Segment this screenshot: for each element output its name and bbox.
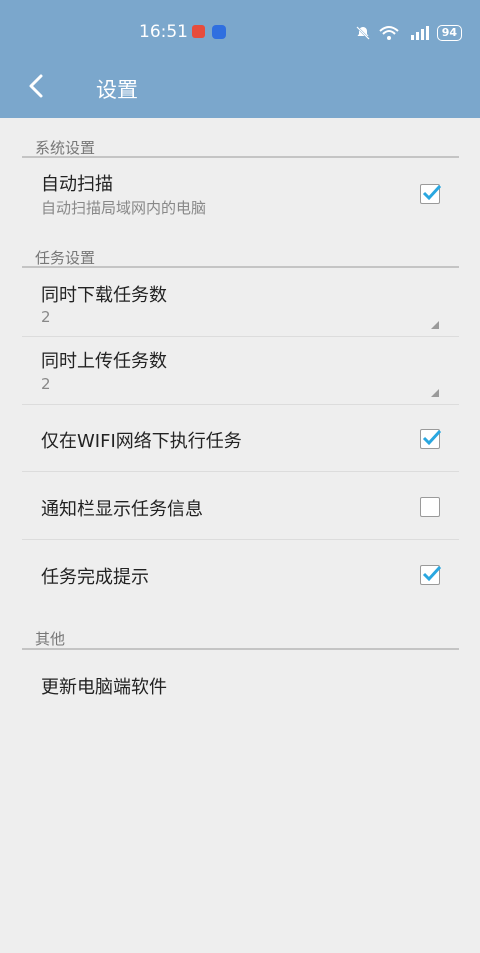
status-icons: 94: [355, 24, 462, 42]
row-divider: [22, 404, 459, 405]
signal-icon: [410, 26, 429, 40]
dropdown-indicator-icon: [431, 389, 439, 397]
dropdown-indicator-icon: [431, 321, 439, 329]
pref-title: 更新电脑端软件: [41, 677, 167, 698]
section-divider: [22, 648, 459, 650]
complete-tip-checkbox[interactable]: [420, 565, 442, 585]
pref-title: 通知栏显示任务信息: [41, 499, 203, 520]
app-bar: 16:51 94 设置: [0, 0, 480, 118]
wifi-only-checkbox[interactable]: [420, 429, 442, 449]
notification-icon: [192, 25, 205, 38]
pref-title: 同时下载任务数: [41, 285, 167, 306]
battery-indicator: 94: [436, 25, 462, 41]
section-header-other: 其他: [35, 630, 66, 648]
status-time: 16:51: [139, 22, 188, 42]
pref-value: 2: [41, 375, 51, 393]
auto-scan-checkbox[interactable]: [420, 184, 442, 204]
notify-bar-checkbox[interactable]: [420, 497, 440, 517]
section-divider: [22, 156, 459, 158]
status-bar: 16:51 94: [0, 0, 480, 60]
pref-title: 仅在WIFI网络下执行任务: [41, 431, 242, 452]
check-icon: [422, 184, 442, 201]
section-header-system: 系统设置: [35, 139, 96, 157]
check-icon: [422, 429, 442, 446]
pref-title: 任务完成提示: [41, 567, 149, 588]
pref-value: 2: [41, 308, 51, 326]
pref-summary: 自动扫描局域网内的电脑: [41, 199, 207, 217]
wifi-icon: [379, 26, 399, 40]
row-divider: [22, 539, 459, 540]
page-title: 设置: [96, 78, 138, 102]
check-icon: [422, 565, 442, 582]
back-arrow-icon[interactable]: [24, 72, 52, 100]
mute-bell-icon: [355, 26, 370, 40]
pref-title: 自动扫描: [41, 174, 113, 195]
pref-title: 同时上传任务数: [41, 351, 167, 372]
section-header-task: 任务设置: [35, 249, 96, 267]
row-divider: [22, 336, 459, 337]
section-divider: [22, 266, 459, 268]
app-notification-icon: [212, 25, 226, 39]
row-divider: [22, 471, 459, 472]
